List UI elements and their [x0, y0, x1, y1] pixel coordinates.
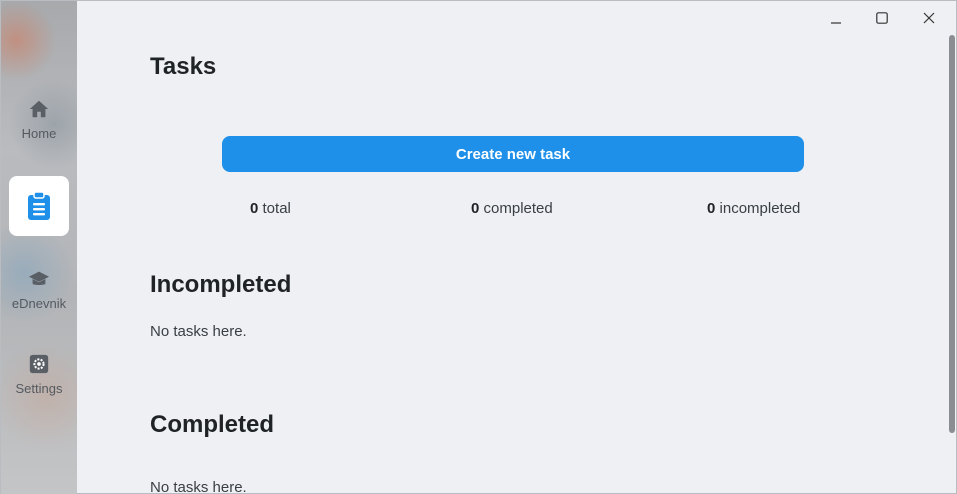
sidebar-item-label: eDnevnik [11, 296, 67, 311]
sidebar: Home eDnevnik Settings [1, 1, 77, 494]
stat-total-label: total [262, 200, 291, 217]
stat-completed-label: completed [483, 200, 553, 217]
maximize-button[interactable] [859, 5, 905, 31]
incompleted-empty-message: No tasks here. [150, 323, 247, 340]
sidebar-item-settings[interactable]: Settings [1, 353, 77, 396]
minimize-icon [831, 22, 841, 24]
home-icon [29, 100, 49, 118]
create-task-button[interactable]: Create new task [222, 136, 804, 172]
stat-incompleted: 0 incompleted [707, 200, 800, 217]
stat-completed-count: 0 [471, 200, 480, 217]
completed-empty-message: No tasks here. [150, 479, 247, 494]
stat-completed: 0 completed [471, 200, 553, 217]
sidebar-item-home[interactable]: Home [1, 98, 77, 141]
graduation-cap-icon [28, 271, 50, 285]
close-icon [923, 12, 935, 24]
stat-total-count: 0 [250, 200, 259, 217]
sidebar-item-tasks[interactable] [9, 176, 69, 236]
maximize-icon [876, 12, 888, 24]
close-button[interactable] [906, 5, 952, 31]
stat-total: 0 total [250, 200, 291, 217]
section-title-completed: Completed [150, 411, 275, 438]
minimize-button[interactable] [813, 5, 859, 31]
sidebar-item-label: Home [21, 126, 57, 141]
app-window: Home eDnevnik Settings Tasks Create new … [0, 0, 957, 494]
clipboard-icon [28, 191, 50, 220]
stat-incompleted-label: incompleted [719, 200, 801, 217]
vertical-scrollbar[interactable] [947, 35, 957, 493]
page-title: Tasks [150, 53, 217, 80]
gear-icon [29, 354, 49, 374]
scrollbar-thumb[interactable] [949, 35, 955, 433]
section-title-incompleted: Incompleted [150, 271, 292, 298]
stat-incompleted-count: 0 [707, 200, 716, 217]
sidebar-item-ednevnik[interactable]: eDnevnik [1, 268, 77, 311]
sidebar-item-label: Settings [15, 381, 63, 396]
